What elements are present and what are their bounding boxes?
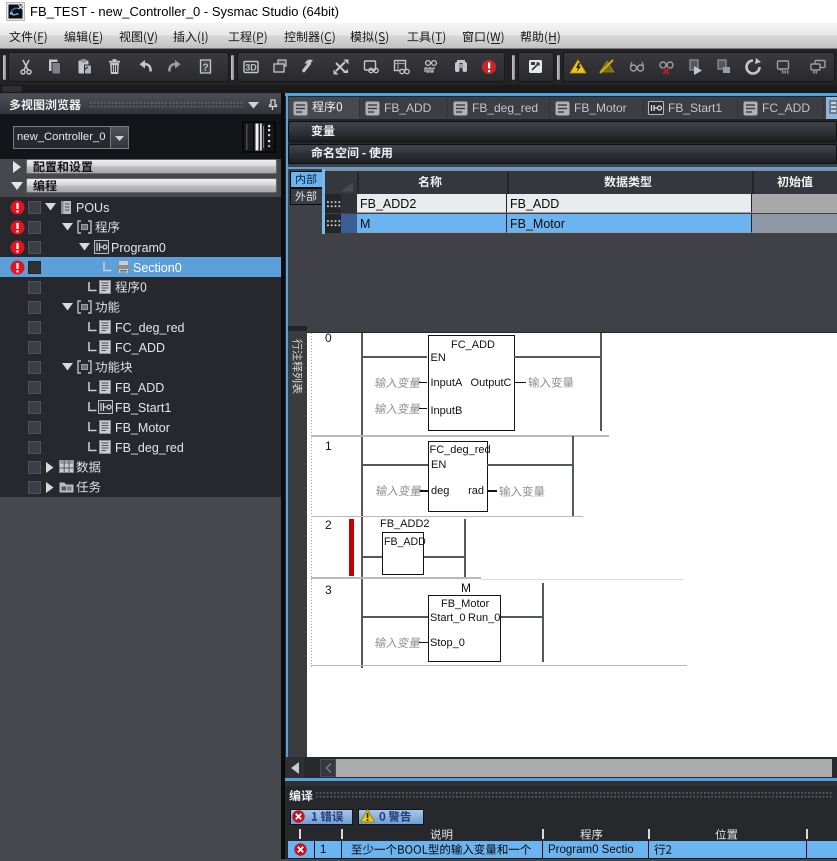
svg-text:3D: 3D bbox=[245, 63, 257, 73]
svg-text:?: ? bbox=[202, 63, 208, 74]
